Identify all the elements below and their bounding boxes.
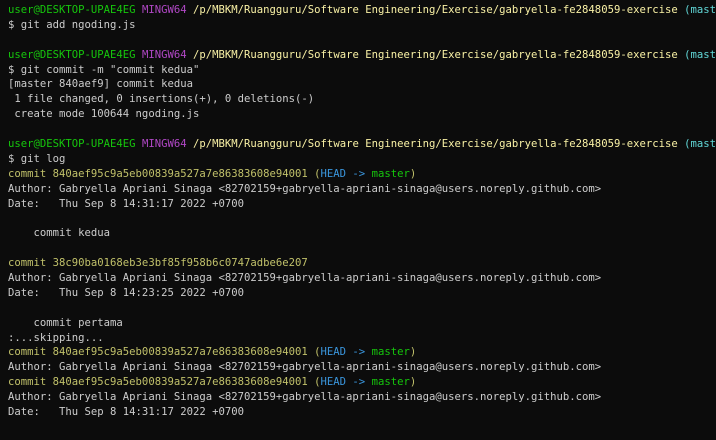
- prompt-shell: MINGW64: [141, 4, 187, 16]
- output-line: create mode 100644 ngoding.js: [8, 108, 200, 121]
- commit-hash: commit 840aef95c9a5eb00839a527a7e8638360…: [8, 376, 308, 389]
- prompt-shell: MINGW64: [141, 48, 187, 61]
- log-message: commit kedua: [8, 227, 111, 240]
- prompt-shell: MINGW64: [141, 138, 187, 151]
- command-line: $ git add ngoding.js: [8, 18, 136, 31]
- output-line: [master 840aef9] commit kedua: [8, 78, 193, 91]
- log-author: Author: Gabryella Apriani Sinaga <827021…: [8, 391, 602, 404]
- command-line: $ git log: [8, 152, 66, 165]
- branch-ref: master: [371, 167, 410, 180]
- head-ref: HEAD ->: [320, 167, 372, 180]
- prompt-path: /p/MBKM/Ruangguru/Software Engineering/E…: [193, 48, 678, 61]
- prompt-user: user@DESKTOP-UPAE4EG: [8, 48, 136, 61]
- ref-close: ): [409, 346, 417, 359]
- prompt-line: user@DESKTOP-UPAE4EG MINGW64 /p/MBKM/Rua…: [8, 3, 716, 18]
- log-commit-line: commit 840aef95c9a5eb00839a527a7e8638360…: [8, 167, 716, 182]
- command-line: $ git commit -m "commit kedua": [8, 63, 200, 76]
- log-message: commit pertama: [8, 316, 123, 329]
- prompt-line: user@DESKTOP-UPAE4EG MINGW64 /p/MBKM/Rua…: [8, 48, 716, 63]
- ref-open: (: [307, 346, 321, 359]
- branch-ref: master: [371, 376, 410, 389]
- log-author: Author: Gabryella Apriani Sinaga <827021…: [8, 272, 602, 285]
- log-date: Date: Thu Sep 8 14:31:17 2022 +0700: [8, 197, 244, 210]
- head-ref: HEAD ->: [320, 376, 372, 389]
- prompt-path: /p/MBKM/Ruangguru/Software Engineering/E…: [193, 4, 678, 16]
- prompt-path: /p/MBKM/Ruangguru/Software Engineering/E…: [193, 138, 678, 151]
- prompt-user: user@DESKTOP-UPAE4EG: [8, 4, 136, 16]
- branch-ref: master: [371, 346, 410, 359]
- log-date: Date: Thu Sep 8 14:31:17 2022 +0700: [8, 406, 244, 419]
- log-author: Author: Gabryella Apriani Sinaga <827021…: [8, 361, 602, 374]
- ref-close: ): [409, 167, 417, 180]
- output-line: 1 file changed, 0 insertions(+), 0 delet…: [8, 93, 315, 106]
- ref-close: ): [409, 376, 417, 389]
- commit-hash: commit 840aef95c9a5eb00839a527a7e8638360…: [8, 167, 308, 180]
- terminal-window[interactable]: user@DESKTOP-UPAE4EG MINGW64 /p/MBKM/Rua…: [0, 0, 716, 440]
- prompt-branch: (master): [684, 138, 716, 151]
- log-commit-line: commit 840aef95c9a5eb00839a527a7e8638360…: [8, 375, 716, 390]
- prompt-user: user@DESKTOP-UPAE4EG: [8, 138, 136, 151]
- commit-hash: commit 38c90ba0168eb3e3bf85f958b6c0747ad…: [8, 257, 308, 270]
- log-author: Author: Gabryella Apriani Sinaga <827021…: [8, 182, 602, 195]
- prompt-line: user@DESKTOP-UPAE4EG MINGW64 /p/MBKM/Rua…: [8, 137, 716, 152]
- pager-skipping: :...skipping...: [8, 331, 104, 344]
- ref-open: (: [307, 167, 321, 180]
- head-ref: HEAD ->: [320, 346, 372, 359]
- log-commit-line: commit 38c90ba0168eb3e3bf85f958b6c0747ad…: [8, 256, 716, 271]
- ref-open: (: [307, 376, 321, 389]
- prompt-branch: (master): [684, 4, 716, 16]
- prompt-branch: (master): [684, 48, 716, 61]
- log-date: Date: Thu Sep 8 14:23:25 2022 +0700: [8, 286, 244, 299]
- log-commit-line: commit 840aef95c9a5eb00839a527a7e8638360…: [8, 345, 716, 360]
- commit-hash: commit 840aef95c9a5eb00839a527a7e8638360…: [8, 346, 308, 359]
